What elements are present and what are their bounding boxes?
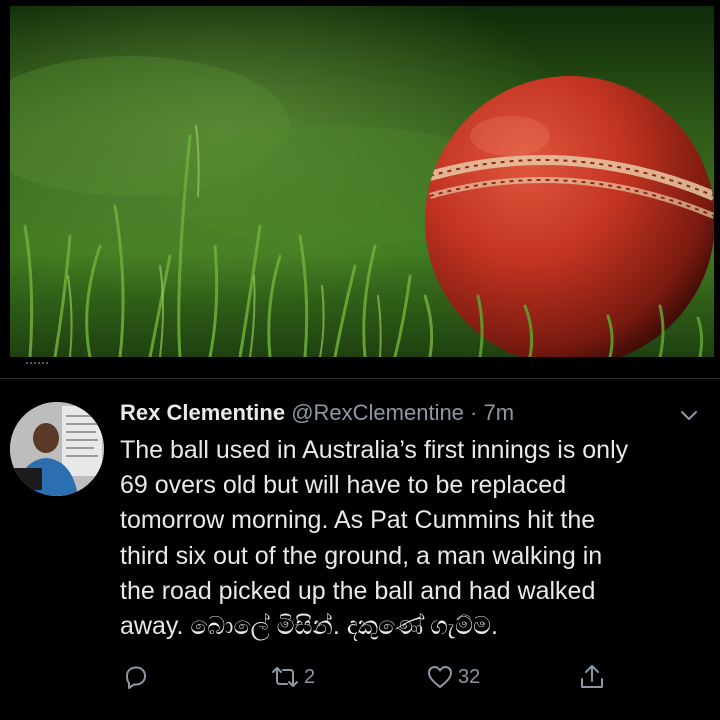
tweet-actions: 2 32 bbox=[0, 662, 720, 692]
avatar-image bbox=[10, 402, 104, 496]
retweet-count: 2 bbox=[304, 665, 316, 688]
tweet-photo[interactable] bbox=[10, 6, 714, 357]
tweet-header: Rex Clementine @RexClementine · 7m bbox=[120, 398, 514, 428]
share-icon bbox=[581, 665, 603, 688]
cricket-ball-image bbox=[10, 6, 714, 357]
reply-icon bbox=[126, 666, 146, 689]
reply-button[interactable] bbox=[122, 662, 150, 692]
user-handle[interactable]: @RexClementine bbox=[291, 400, 464, 425]
heart-icon bbox=[428, 666, 452, 688]
retweet-button[interactable]: 2 bbox=[270, 662, 315, 692]
share-button[interactable] bbox=[578, 662, 606, 692]
timestamp[interactable]: 7m bbox=[484, 400, 515, 425]
tweet-text: The ball used in Australia’s first innin… bbox=[120, 436, 629, 641]
like-button[interactable]: 32 bbox=[426, 662, 480, 692]
like-count: 32 bbox=[458, 665, 481, 688]
tweet[interactable]: Rex Clementine @RexClementine · 7m The b… bbox=[0, 380, 720, 720]
separator-dot: · bbox=[470, 400, 478, 425]
chevron-down-icon[interactable] bbox=[676, 402, 702, 428]
retweet-icon bbox=[272, 667, 298, 687]
divider bbox=[0, 378, 720, 379]
avatar[interactable] bbox=[10, 402, 104, 496]
media-caption-mark bbox=[26, 362, 48, 367]
display-name[interactable]: Rex Clementine bbox=[120, 400, 285, 425]
